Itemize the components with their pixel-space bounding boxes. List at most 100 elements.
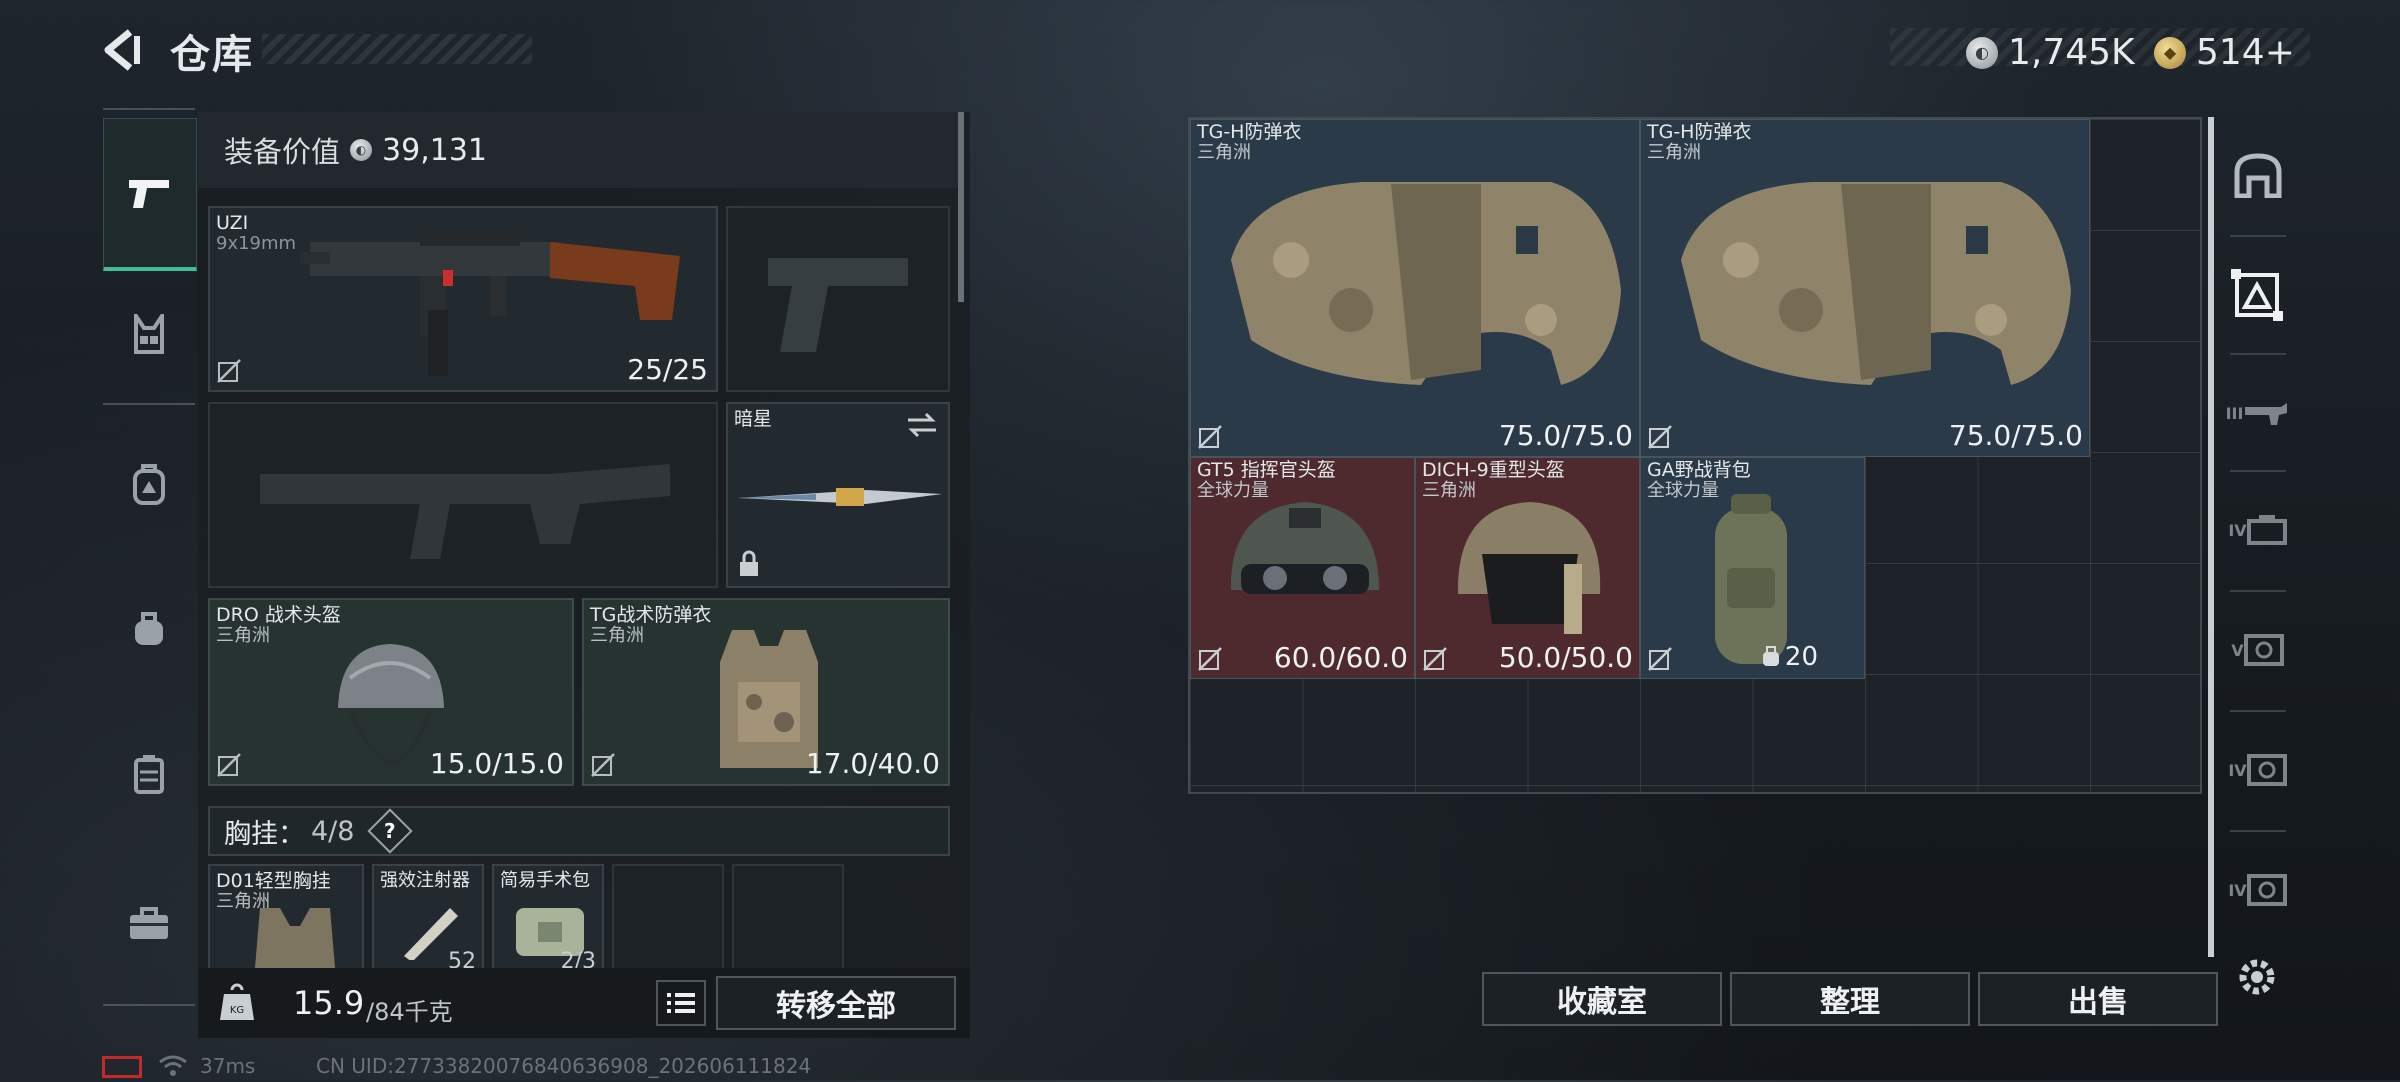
tab-divider — [2230, 235, 2286, 237]
chest-rig-label: 胸挂： — [224, 818, 305, 850]
sell-button[interactable]: 出售 — [1978, 972, 2218, 1026]
backpack-image — [1715, 494, 1787, 664]
chest-rig-header: 胸挂： 4/8 ? — [208, 806, 950, 856]
helmet-durability: 15.0/15.0 — [429, 747, 564, 780]
list-icon — [667, 993, 695, 1013]
nav-weapons[interactable] — [103, 118, 197, 271]
rig-empty-slot[interactable] — [732, 864, 844, 978]
list-view-button[interactable] — [656, 980, 706, 1026]
help-icon[interactable]: ? — [367, 808, 414, 854]
title-decoration — [262, 34, 532, 64]
collection-room-button[interactable]: 收藏室 — [1482, 972, 1722, 1026]
tab-level-4a[interactable]: IV — [2220, 490, 2295, 570]
no-insurance-icon — [1648, 425, 1672, 449]
capacity-icon — [1762, 646, 1779, 666]
nav-divider — [103, 403, 195, 405]
nav-pouch[interactable] — [103, 583, 195, 675]
weight-max: /84千克 — [366, 998, 453, 1026]
pistol-placeholder-icon — [768, 258, 908, 352]
rig-item-name: 强效注射器 — [380, 870, 470, 891]
tab-level-4b[interactable]: IV — [2220, 730, 2295, 810]
item-name: GT5 指挥官头盔 — [1197, 459, 1336, 481]
sort-button[interactable]: 整理 — [1730, 972, 1970, 1026]
tab-divider — [2230, 710, 2286, 712]
storage-scrollbar-thumb[interactable] — [2208, 117, 2214, 957]
no-insurance-icon — [1423, 647, 1447, 671]
loadout-bottom-bar: KG 15.9 /84千克 转移全部 — [198, 968, 970, 1038]
storage-item[interactable]: TG-H防弹衣 三角洲 75.0/75.0 — [1640, 119, 2090, 457]
item-durability: 60.0/60.0 — [1273, 641, 1408, 674]
swap-icon[interactable] — [906, 412, 938, 438]
no-insurance-icon — [217, 359, 241, 383]
rig-item-slot[interactable]: D01轻型胸挂 三角洲 — [208, 864, 364, 978]
settings-gear-icon[interactable] — [2232, 952, 2282, 1002]
nav-chest-rig[interactable] — [103, 288, 195, 380]
case-tab-icon — [2246, 515, 2287, 545]
melee-name: 暗星 — [734, 408, 773, 430]
helmet-slot[interactable]: DRO 战术头盔 三角洲 15.0/15.0 — [208, 598, 574, 786]
item-durability: 75.0/75.0 — [1498, 419, 1633, 452]
storage-item[interactable]: TG-H防弹衣 三角洲 75.0/75.0 — [1190, 119, 1640, 457]
safe-box-tab-icon — [2243, 634, 2284, 666]
tab-level-label: IV — [2228, 760, 2247, 780]
primary-weapon-slot[interactable]: UZI 9x19mm 25/25 — [208, 206, 718, 392]
no-insurance-icon — [591, 753, 615, 777]
left-category-nav — [103, 108, 197, 1008]
tab-safe[interactable] — [2220, 135, 2295, 215]
tab-grid-active[interactable] — [2220, 255, 2295, 335]
melee-slot[interactable]: 暗星 — [726, 402, 950, 588]
weight-icon: KG — [220, 983, 254, 1020]
helmet-source: 三角洲 — [216, 625, 270, 646]
rig-item-name: 简易手术包 — [500, 870, 590, 891]
item-name: TG-H防弹衣 — [1197, 121, 1302, 143]
armor-name: TG战术防弹衣 — [590, 604, 712, 626]
uid-text: CN UID:27733820076840636908_202606111824 — [316, 1054, 812, 1078]
no-insurance-icon — [1198, 647, 1222, 671]
ping-text: 37ms — [200, 1054, 256, 1078]
nav-case[interactable] — [103, 728, 195, 820]
storage-item[interactable]: GT5 指挥官头盔 全球力量 60.0/60.0 — [1190, 457, 1415, 679]
armor-slot[interactable]: TG战术防弹衣 三角洲 17.0/40.0 — [582, 598, 950, 786]
body-armor-image — [1231, 182, 1621, 385]
rifle-tab-icon — [2245, 403, 2288, 425]
tab-level-label: IV — [2228, 520, 2247, 540]
chest-rig-icon — [134, 314, 164, 354]
currency-gold[interactable]: ◆ 514+ — [2154, 32, 2295, 73]
rifle-placeholder-icon — [260, 464, 670, 559]
loadout-scrollbar[interactable] — [958, 112, 964, 302]
nav-toolbox[interactable] — [103, 878, 195, 970]
page-title: 仓库 — [170, 32, 254, 78]
transfer-all-button[interactable]: 转移全部 — [716, 976, 956, 1030]
storage-item[interactable]: GA野战背包 全球力量 20 — [1640, 457, 1865, 679]
rig-empty-slot[interactable] — [612, 864, 724, 978]
safe-icon — [2234, 153, 2281, 198]
rig-item-slot[interactable]: 强效注射器 52 — [372, 864, 484, 978]
item-source: 三角洲 — [1647, 142, 1701, 163]
tab-divider — [2230, 830, 2286, 832]
currency-silver[interactable]: ◐ 1,745K — [1966, 32, 2135, 73]
item-durability: 75.0/75.0 — [1948, 419, 2083, 452]
loadout-value: 39,131 — [382, 132, 487, 168]
svg-text:KG: KG — [230, 1005, 244, 1016]
backpack-icon — [133, 464, 165, 505]
weapon-durability: 25/25 — [627, 353, 708, 386]
nav-divider — [103, 108, 195, 110]
silver-amount: 1,745K — [2008, 32, 2135, 73]
tab-level-5[interactable]: V — [2220, 610, 2295, 690]
safe-box-tab-icon — [2246, 754, 2287, 786]
rig-item-slot[interactable]: 简易手术包 2/3 — [492, 864, 604, 978]
loadout-value-label: 装备价值 — [224, 135, 341, 169]
tab-level-4c[interactable]: IV — [2220, 850, 2295, 930]
storage-item[interactable]: DICH-9重型头盔 三角洲 50.0/50.0 — [1415, 457, 1640, 679]
battery-low-icon — [102, 1056, 142, 1078]
pistol-slot[interactable] — [726, 206, 950, 392]
chest-rig-count: 4/8 — [311, 815, 355, 847]
armor-source: 三角洲 — [590, 625, 644, 646]
tab-level-3[interactable]: III — [2220, 373, 2295, 453]
gold-amount: 514+ — [2196, 32, 2295, 73]
nav-backpack[interactable] — [103, 438, 195, 530]
storage-tabs: III IV V IV IV — [2220, 135, 2295, 955]
secondary-weapon-slot[interactable] — [208, 402, 718, 588]
pistol-icon — [129, 180, 169, 208]
back-arrow-icon[interactable] — [100, 28, 148, 72]
